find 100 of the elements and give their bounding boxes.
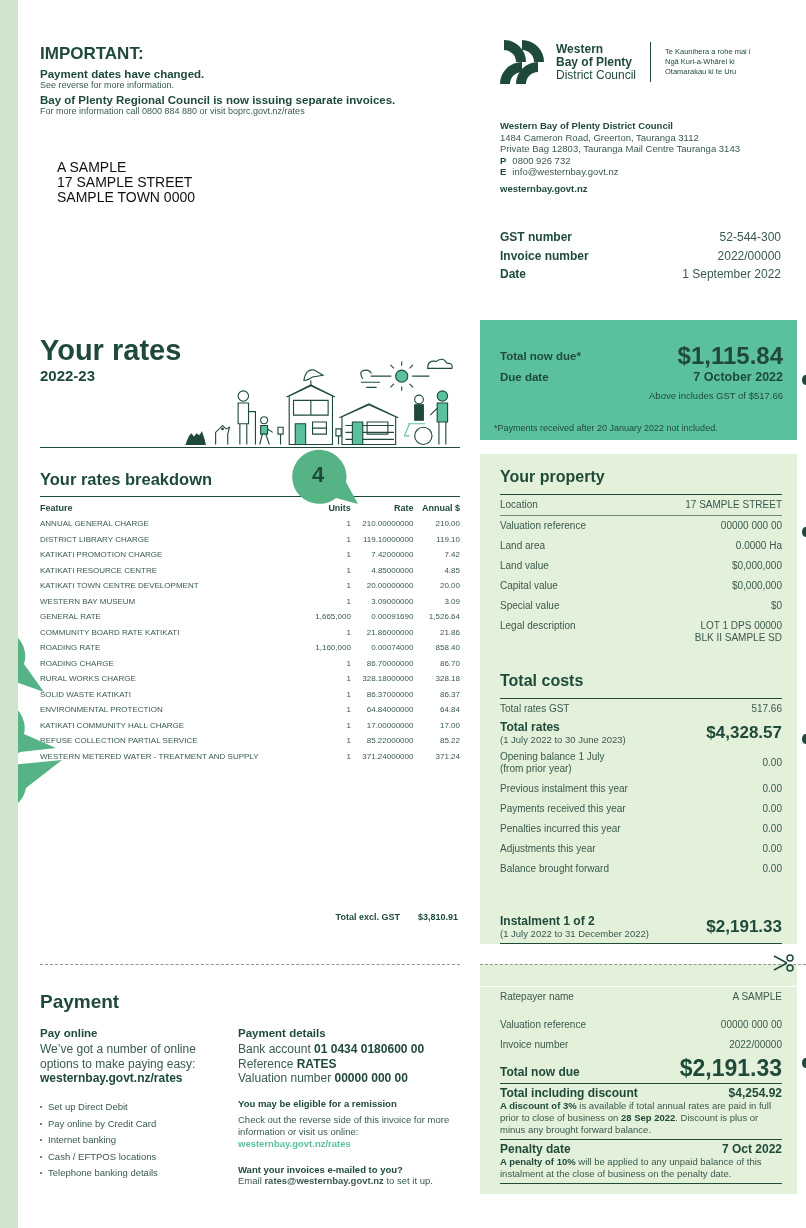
property-label: Land value [500,560,549,572]
table-cell: 21.86 [413,624,460,640]
property-value: 0.0000 Ha [735,540,782,552]
cost-value: 0.00 [762,783,782,795]
cost-label: Total rates GST [500,703,570,715]
discount-text: A discount of 3% is available if total annual rates are paid in full prior to close of business on 28 Sep 2022. Discount is plus or minus any brought forward balance. [500,1100,773,1136]
info-label: Invoice number [500,247,589,265]
total-value: $3,810.91 [417,912,458,922]
contact-label: P [500,154,507,166]
option-text: Pay online by Credit Card [48,1116,157,1131]
notice-text: See reverse for more information. [40,80,175,90]
penalty-label: Penalty date [500,1142,571,1156]
due-amount: $2,191.33 [679,1055,782,1082]
payment-link[interactable]: westernbay.govt.nz/rates [40,1071,226,1085]
instalment-label: Instalment 1 of 2 [500,915,596,928]
table-cell-text: SOLID WASTE KATIKATI [40,688,132,701]
address-line: Private Bag 12803, Tauranga Mail Centre Tauranga 3143 [500,143,741,155]
table-cell-text: 1 [345,626,351,639]
due-date: 7 October 2022 [693,370,783,384]
table-cell-text: ENVIRONMENTAL PROTECTION [40,704,164,717]
website-text: westernbay.govt.nz [500,182,589,194]
info-label: Date [500,266,526,283]
due-amount: $1,115.84 [677,342,783,370]
table-cell-text: REFUSE COLLECTION PARTIAL SERVICE [40,735,199,748]
due-date-label: Due date [500,371,549,383]
option-text: Cash / EFTPOS locations [48,1149,157,1164]
cost-label: Payments received this year [500,803,626,815]
logo-text: Bay of Plenty [556,55,633,69]
table-cell-text: 1 [345,673,351,686]
contact-label: E [500,166,507,178]
total-label: Total excl. GST [335,912,400,922]
table-cell: 20.00000000 [350,578,414,594]
table-cell: 210.00000000 [350,516,414,532]
table-cell: 86.37 [413,686,460,702]
table-cell-text: 1 [345,735,351,748]
notice-title: IMPORTANT: [40,44,145,64]
contact-value: info@westernbay.govt.nz [512,166,619,178]
address-line: A SAMPLE [57,160,127,175]
costs-title: Total costs [500,672,782,699]
discount-value: $4,254.92 [728,1086,782,1100]
penalty-text: A penalty of 10% will be applied to any unpaid balance of this instalment at the close of business on the penalty date. [500,1156,763,1180]
period-text: (1 July 2022 to 31 December 2022) [500,928,649,939]
property-value: 00000 000 00 [720,520,782,532]
address-line: 17 SAMPLE STREET [57,175,193,190]
discount-label: Total including discount [500,1086,638,1100]
footnote: *Payments received after 20 January 2022 not included. [494,423,719,433]
payment-detail: Reference RATES [238,1056,338,1071]
table-cell-text: COMMUNITY BOARD RATE KATIKATI [40,626,181,639]
table-cell-text: 1 [345,564,351,577]
property-label: Capital value [500,580,558,592]
online-text: We’ve got a number of online options to make paying easy: [40,1042,197,1071]
table-cell-text: WESTERN BAY MUSEUM [40,595,137,608]
notice-heading: Payment dates have changed. [40,68,206,80]
payment-detail: Valuation number 00000 000 00 [238,1071,409,1086]
callout-number: 4 [311,464,325,486]
table-cell: 858.40 [413,640,460,656]
table-cell-text: KATIKATI COMMUNITY HALL CHARGE [40,719,186,732]
table-cell: 3.09000000 [350,593,414,609]
cost-value: 0.00 [762,863,782,875]
remission-heading: You may be eligible for a remission [238,1097,398,1109]
total-rates-label: Total rates [500,721,561,734]
cost-label: Balance brought forward [500,863,609,875]
column-header: Annual $ [413,500,460,516]
logo-text: Western [556,42,605,56]
property-value: LOT 1 DPS 00000 BLK II SAMPLE SD [694,620,782,644]
table-cell: 7.42 [413,547,460,563]
rates-year: 2022-23 [40,367,97,384]
info-value: 1 September 2022 [682,266,781,283]
contact-value: 0800 926 732 [512,154,571,166]
table-cell: 4.85000000 [350,562,414,578]
table-cell: 17.00000000 [350,717,414,733]
cost-value: 0.00 [762,757,782,769]
email-heading: Want your invoices e-mailed to you? [238,1163,404,1175]
table-cell-text: 1 [345,657,351,670]
table-cell: 328.18 [413,671,460,687]
penalty-date: 7 Oct 2022 [721,1142,782,1156]
table-cell-text: 1 [345,533,351,546]
table-cell: 85.22000000 [350,733,414,749]
slip-label: Ratepayer name [500,991,574,1003]
table-cell: 21.86000000 [350,624,414,640]
option-text: Set up Direct Debit [48,1100,128,1114]
table-cell-text: KATIKATI TOWN CENTRE DEVELOPMENT [40,580,200,593]
table-cell: 86.70000000 [350,655,414,671]
cost-value: 0.00 [762,803,782,815]
table-cell-text: 1 [345,688,351,701]
due-label: Total now due [500,1065,580,1081]
column-header: Rate [350,500,414,516]
logo-text: District Council [556,68,636,82]
cost-value: 0.00 [762,843,782,855]
slip-value: 00000 000 00 [720,1019,782,1031]
column-header: Units [327,502,351,515]
remission-text: Check out the reverse side of this invoice for more information or visit us online: westernbay.govt.nz/rates [238,1113,451,1150]
table-cell: 7.42000000 [350,547,414,563]
table-cell-text: KATIKATI RESOURCE CENTRE [40,564,159,577]
property-value: $0 [770,600,782,612]
table-cell-text: RURAL WORKS CHARGE [40,673,137,686]
table-cell: 0.00074000 [350,640,414,656]
table-cell: 371.24 [413,748,460,764]
info-value: 2022/00000 [717,247,781,265]
table-cell-text: DISTRICT LIBRARY CHARGE [40,533,151,546]
